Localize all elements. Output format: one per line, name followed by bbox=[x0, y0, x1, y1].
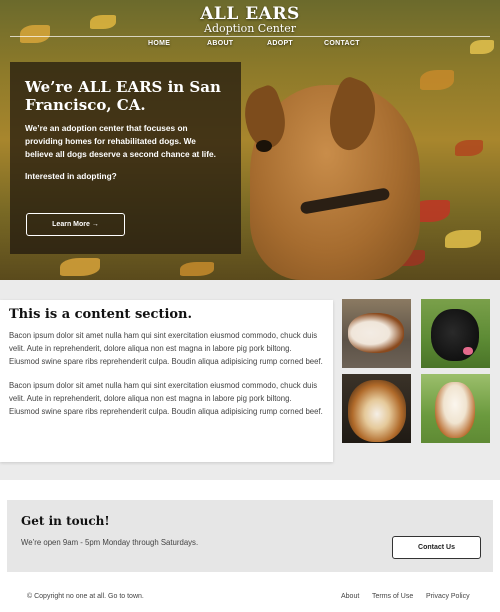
footer-link-about[interactable]: About bbox=[341, 593, 359, 600]
learn-more-button[interactable]: Learn More → bbox=[26, 213, 125, 236]
hero-description: We’re an adoption center that focuses on… bbox=[25, 123, 216, 159]
footer: © Copyright no one at all. Go to town. A… bbox=[0, 588, 500, 608]
hero-section: ALL EARS Adoption Center HOME ABOUT ADOP… bbox=[0, 0, 500, 280]
nav-home[interactable]: HOME bbox=[148, 40, 170, 47]
contact-us-button[interactable]: Contact Us bbox=[392, 536, 481, 559]
leaf-decoration bbox=[180, 262, 214, 276]
contact-section: Get in touch! We’re open 9am - 5pm Monda… bbox=[7, 500, 493, 572]
leaf-decoration bbox=[60, 258, 100, 276]
hero-overlay: We’re ALL EARS in San Francisco, CA. We’… bbox=[10, 62, 241, 254]
nav-contact[interactable]: CONTACT bbox=[324, 40, 360, 47]
footer-link-privacy[interactable]: Privacy Policy bbox=[426, 593, 470, 600]
content-paragraph: Bacon ipsum dolor sit amet nulla ham qui… bbox=[9, 380, 323, 417]
site-logo[interactable]: ALL EARS Adoption Center bbox=[0, 4, 500, 36]
dog-nose bbox=[256, 140, 272, 152]
leaf-decoration bbox=[420, 70, 454, 90]
dog-thumbnail[interactable] bbox=[342, 374, 411, 443]
leaf-decoration bbox=[455, 140, 483, 156]
content-card: This is a content section. Bacon ipsum d… bbox=[0, 300, 333, 462]
hero-question: Interested in adopting? bbox=[25, 171, 117, 181]
footer-link-terms[interactable]: Terms of Use bbox=[372, 593, 413, 600]
copyright-text: © Copyright no one at all. Go to town. bbox=[27, 593, 144, 600]
business-hours: We’re open 9am - 5pm Monday through Satu… bbox=[21, 538, 199, 547]
nav-adopt[interactable]: ADOPT bbox=[267, 40, 293, 47]
content-paragraph: Bacon ipsum dolor sit amet nulla ham qui… bbox=[9, 331, 323, 367]
leaf-decoration bbox=[470, 40, 494, 54]
contact-title: Get in touch! bbox=[21, 514, 110, 528]
content-title: This is a content section. bbox=[9, 307, 193, 322]
brand-tagline: Adoption Center bbox=[204, 22, 296, 35]
brand-name: ALL EARS bbox=[200, 4, 300, 24]
nav-about[interactable]: ABOUT bbox=[207, 40, 233, 47]
leaf-decoration bbox=[445, 230, 481, 248]
dog-thumbnail[interactable] bbox=[421, 299, 490, 368]
dog-thumbnail[interactable] bbox=[342, 299, 411, 368]
hero-title: We’re ALL EARS in San Francisco, CA. bbox=[25, 78, 221, 114]
dog-thumbnail[interactable] bbox=[421, 374, 490, 443]
nav-divider bbox=[10, 36, 490, 37]
